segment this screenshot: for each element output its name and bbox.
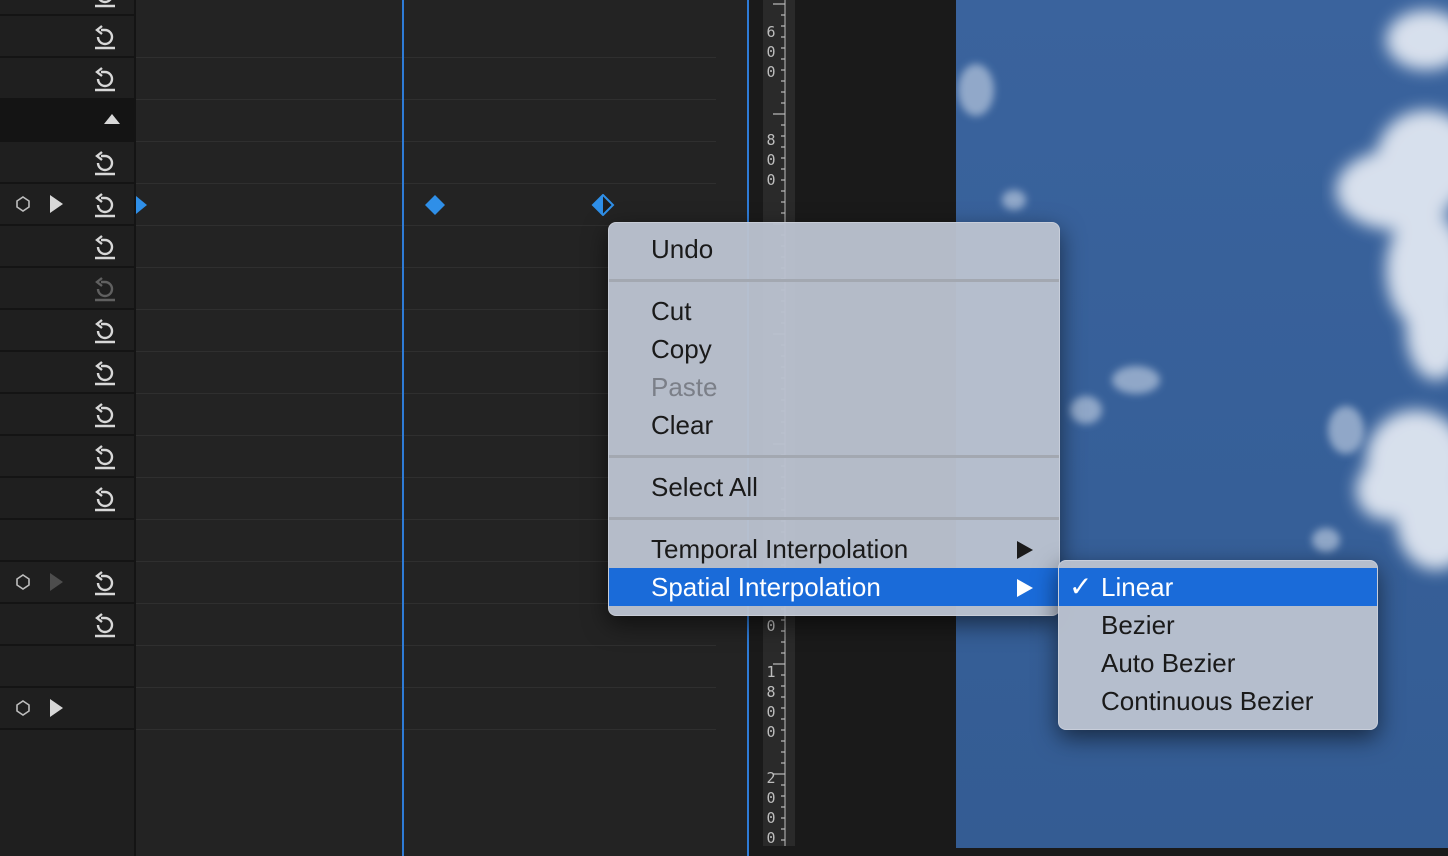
ruler-label: 2000 xyxy=(762,768,780,848)
control-row xyxy=(0,394,134,436)
menu-item-label: Copy xyxy=(651,334,712,364)
ruler-label-text: 1800 xyxy=(766,663,776,741)
ruler-label: 600 xyxy=(762,22,780,82)
control-row xyxy=(0,58,134,100)
reset-parameter-icon[interactable] xyxy=(92,444,118,470)
toggle-animation-icon[interactable] xyxy=(16,700,30,716)
ruler-label: 0 xyxy=(762,616,780,636)
submenu-item-label: Continuous Bezier xyxy=(1101,686,1314,716)
keyframe-diamond-selected-icon[interactable] xyxy=(591,194,615,216)
control-row xyxy=(0,310,134,352)
reset-parameter-icon[interactable] xyxy=(92,570,118,596)
control-row xyxy=(0,16,134,58)
reset-parameter-icon[interactable] xyxy=(92,234,118,260)
reset-parameter-icon[interactable] xyxy=(92,0,118,8)
reset-parameter-icon[interactable] xyxy=(92,402,118,428)
control-row xyxy=(0,436,134,478)
control-row-position xyxy=(0,184,134,226)
submenu-arrow-icon xyxy=(1017,541,1033,559)
control-row xyxy=(0,352,134,394)
menu-item-label: Select All xyxy=(651,472,758,502)
menu-item-temporal-interpolation[interactable]: Temporal Interpolation xyxy=(609,530,1059,568)
reset-parameter-icon xyxy=(95,277,115,302)
menu-item-cut[interactable]: Cut xyxy=(609,292,1059,330)
expand-arrow-icon[interactable] xyxy=(50,195,63,213)
checkmark-icon: ✓ xyxy=(1069,571,1093,602)
control-row xyxy=(0,688,134,730)
control-row xyxy=(0,478,134,520)
expand-arrow-icon[interactable] xyxy=(50,699,63,717)
ruler-label-text: 0 xyxy=(766,617,776,635)
monitor-bottom-edge xyxy=(956,848,1448,856)
spatial-interpolation-submenu: ✓ Linear Bezier Auto Bezier Continuous B… xyxy=(1058,560,1378,730)
in-point-marker-icon xyxy=(136,196,147,214)
reset-parameter-icon[interactable] xyxy=(92,360,118,386)
control-row xyxy=(0,268,134,310)
menu-item-label: Paste xyxy=(651,372,718,402)
reset-parameter-icon[interactable] xyxy=(92,318,118,344)
expand-arrow-icon xyxy=(50,573,63,591)
ruler-label: 800 xyxy=(762,130,780,190)
menu-item-spatial-interpolation[interactable]: Spatial Interpolation xyxy=(609,568,1059,606)
submenu-item-auto-bezier[interactable]: Auto Bezier xyxy=(1059,644,1377,682)
menu-separator xyxy=(609,279,1059,282)
submenu-item-bezier[interactable]: Bezier xyxy=(1059,606,1377,644)
effect-controls-column xyxy=(0,0,136,856)
menu-item-select-all[interactable]: Select All xyxy=(609,468,1059,506)
menu-item-undo[interactable]: Undo xyxy=(609,230,1059,268)
ruler-label-text: 2000 xyxy=(766,769,776,847)
toggle-animation-icon[interactable] xyxy=(16,574,30,590)
menu-item-label: Cut xyxy=(651,296,692,326)
ruler-label-text: 800 xyxy=(766,131,776,189)
ruler-label-text: 600 xyxy=(766,23,776,81)
submenu-item-linear[interactable]: ✓ Linear xyxy=(1059,568,1377,606)
menu-separator xyxy=(609,517,1059,520)
reset-parameter-icon[interactable] xyxy=(92,192,118,218)
menu-item-label: Clear xyxy=(651,410,714,440)
control-row xyxy=(0,646,134,688)
control-row xyxy=(0,562,134,604)
menu-separator xyxy=(609,455,1059,458)
effect-header-row xyxy=(0,100,134,142)
collapse-arrow-icon[interactable] xyxy=(104,114,120,124)
reset-parameter-icon[interactable] xyxy=(92,24,118,50)
menu-item-label: Undo xyxy=(651,234,714,264)
control-row xyxy=(0,0,134,16)
menu-item-label: Temporal Interpolation xyxy=(651,534,909,564)
context-menu: Undo Cut Copy Paste Clear Select All Tem… xyxy=(608,222,1060,616)
control-row xyxy=(0,142,134,184)
menu-item-label: Spatial Interpolation xyxy=(651,572,881,602)
playhead-line[interactable] xyxy=(402,0,404,856)
ruler-label: 1800 xyxy=(762,662,780,742)
submenu-item-label: Auto Bezier xyxy=(1101,648,1236,678)
submenu-item-label: Linear xyxy=(1101,572,1174,602)
keyframe-diamond-icon[interactable] xyxy=(423,194,447,216)
reset-parameter-icon[interactable] xyxy=(92,66,118,92)
reset-parameter-icon[interactable] xyxy=(92,612,118,638)
control-row xyxy=(0,520,134,562)
control-row xyxy=(0,604,134,646)
menu-item-copy[interactable]: Copy xyxy=(609,330,1059,368)
control-row xyxy=(0,226,134,268)
toggle-animation-icon[interactable] xyxy=(16,196,30,212)
submenu-arrow-icon xyxy=(1017,579,1033,597)
reset-parameter-icon[interactable] xyxy=(92,150,118,176)
submenu-item-continuous-bezier[interactable]: Continuous Bezier xyxy=(1059,682,1377,720)
menu-item-clear[interactable]: Clear xyxy=(609,406,1059,444)
reset-parameter-icon[interactable] xyxy=(92,486,118,512)
menu-item-paste: Paste xyxy=(609,368,1059,406)
submenu-item-label: Bezier xyxy=(1101,610,1175,640)
